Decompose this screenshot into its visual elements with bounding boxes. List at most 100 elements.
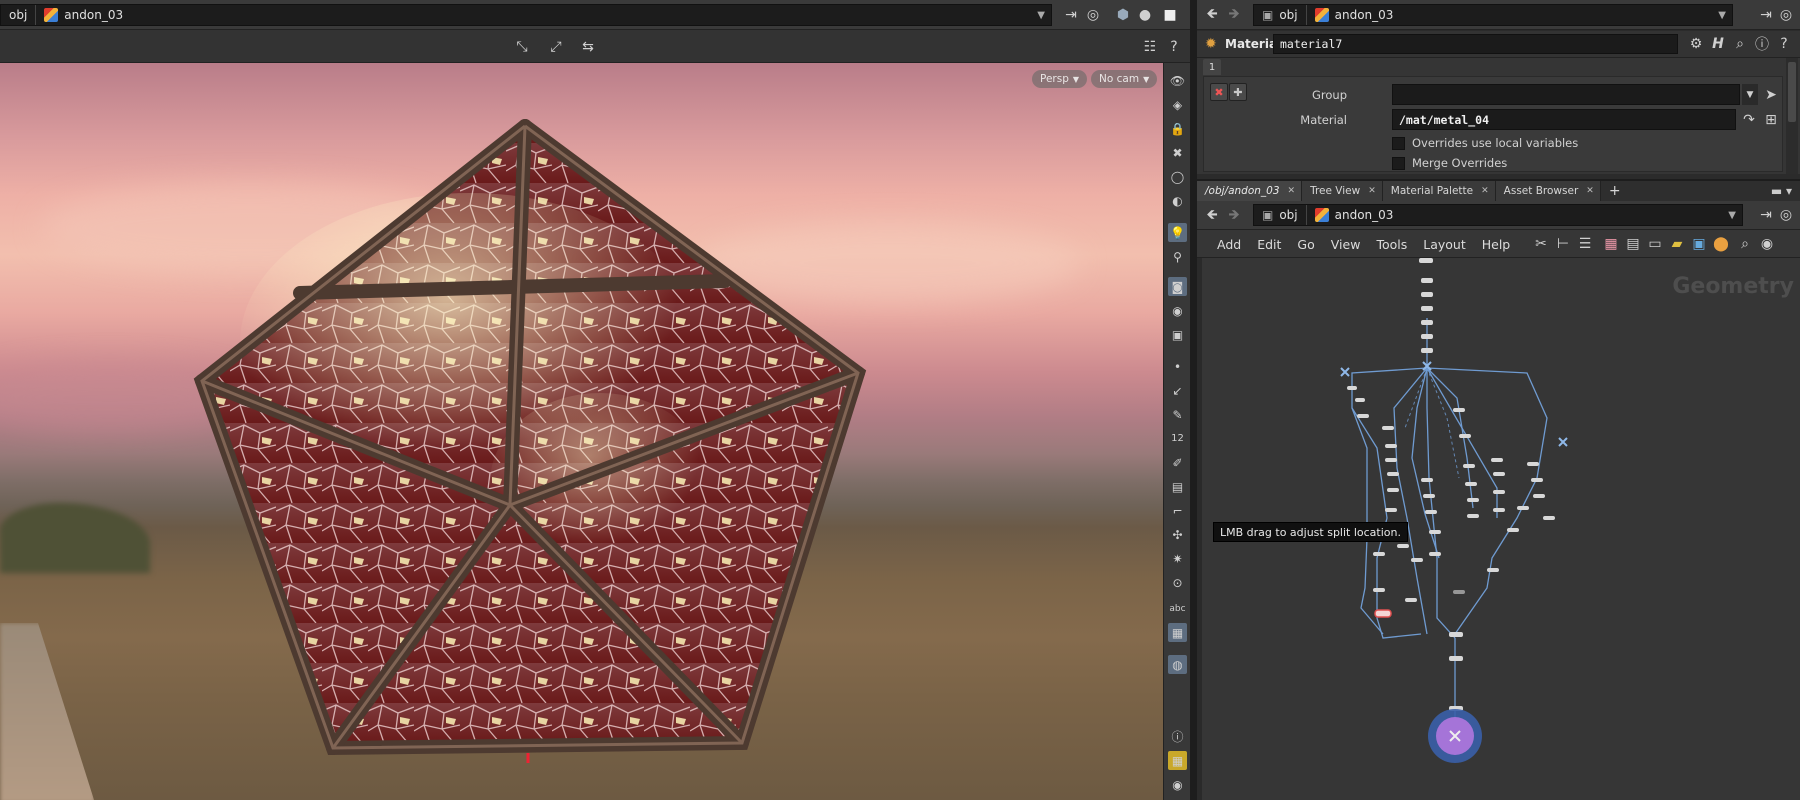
close-icon[interactable]: ✕ xyxy=(1481,186,1489,196)
normal-icon[interactable]: ↙ xyxy=(1168,381,1187,400)
sticky-note-icon[interactable]: ▰ xyxy=(1668,235,1686,253)
network-box-icon[interactable]: ▭ xyxy=(1646,235,1664,253)
path-dropdown-icon[interactable]: ▼ xyxy=(1037,10,1051,21)
eye-icon[interactable]: ◉ xyxy=(1168,301,1187,320)
brush-icon[interactable]: ✎ xyxy=(1168,405,1187,424)
path-node[interactable]: andon_03 xyxy=(1305,205,1402,225)
jump-icon[interactable]: ↷ xyxy=(1740,110,1758,130)
close-icon[interactable]: ✕ xyxy=(1368,186,1376,196)
path-node[interactable]: andon_03 xyxy=(1305,5,1402,25)
select-arrow-icon[interactable]: ➤ xyxy=(1762,84,1780,105)
skull-icon[interactable]: ✖ xyxy=(1168,143,1187,162)
dot-icon[interactable]: ⬤ xyxy=(1712,235,1730,253)
pane-splitter[interactable] xyxy=(1190,0,1197,800)
ghost-icon[interactable]: ◈ xyxy=(1168,95,1187,114)
render-icon[interactable]: ▣ xyxy=(1168,325,1187,344)
tools-icon[interactable]: ✂ xyxy=(1532,235,1550,253)
cube-icon[interactable]: ⬢ xyxy=(1114,6,1132,24)
viewport-path-field[interactable]: obj andon_03 ▼ xyxy=(0,4,1052,26)
tab-material-palette[interactable]: Material Palette ✕ xyxy=(1382,181,1496,201)
group-dropdown-icon[interactable]: ▼ xyxy=(1742,84,1758,105)
forward-arrow-icon[interactable]: 🡺 xyxy=(1225,207,1243,225)
path-root[interactable]: obj xyxy=(1,5,35,25)
chooser-icon[interactable]: ⊞ xyxy=(1762,110,1780,130)
back-arrow-icon[interactable]: 🡸 xyxy=(1203,6,1221,24)
search-icon[interactable]: ⌕ xyxy=(1736,235,1754,253)
network-path-field[interactable]: ▣ obj andon_03 ▼ xyxy=(1253,204,1743,226)
node-name-field[interactable]: material7 xyxy=(1273,34,1678,54)
menu-edit[interactable]: Edit xyxy=(1249,237,1289,252)
tab-asset-browser[interactable]: Asset Browser ✕ xyxy=(1495,181,1601,201)
connect-icon[interactable]: ✣ xyxy=(1168,525,1187,544)
star-icon[interactable]: ✷ xyxy=(1168,549,1187,568)
pane-menu-icon[interactable]: ▬ ▾ xyxy=(1771,184,1792,198)
houdini-help-icon[interactable]: H xyxy=(1709,35,1727,53)
overrides-checkbox[interactable] xyxy=(1392,137,1405,150)
sphere-icon[interactable]: ◯ xyxy=(1168,167,1187,186)
path-root[interactable]: ▣ obj xyxy=(1254,5,1306,25)
text-tool-icon[interactable]: abc xyxy=(1168,599,1187,618)
grid-layout-icon[interactable]: ▦ xyxy=(1168,751,1187,770)
scene-viewport[interactable]: Persp ▼ No cam ▼ xyxy=(0,63,1163,800)
eye-icon[interactable]: ◉ xyxy=(1758,235,1776,253)
view-icon[interactable]: 👁 xyxy=(1168,71,1187,90)
help-icon[interactable]: ? xyxy=(1775,35,1793,53)
path-dropdown-icon[interactable]: ▼ xyxy=(1728,210,1742,221)
snap-grid-icon[interactable]: ⤡ xyxy=(512,37,532,57)
snap-multi-icon[interactable]: ⇆ xyxy=(578,37,598,57)
number-42-icon[interactable]: ▤ xyxy=(1168,477,1187,496)
maximize-icon[interactable]: ■ xyxy=(1160,5,1180,25)
group-field[interactable] xyxy=(1392,84,1740,105)
paint-icon[interactable]: ✐ xyxy=(1168,453,1187,472)
display-options-icon[interactable]: ☷ xyxy=(1140,37,1160,57)
snap-prim-icon[interactable]: ⤢ xyxy=(546,37,566,57)
close-icon[interactable]: ✕ xyxy=(1586,186,1594,196)
help-icon[interactable]: ? xyxy=(1164,37,1184,57)
list-icon[interactable]: ☰ xyxy=(1576,235,1594,253)
menu-view[interactable]: View xyxy=(1323,237,1369,252)
menu-tools[interactable]: Tools xyxy=(1368,237,1415,252)
snapshot-icon[interactable]: ▦ xyxy=(1168,623,1187,642)
info-icon[interactable]: ⓘ xyxy=(1753,35,1771,53)
pin-icon[interactable]: ⚲ xyxy=(1168,247,1187,266)
camera-icon[interactable]: ◙ xyxy=(1168,277,1187,296)
visibility-icon[interactable]: ◉ xyxy=(1168,775,1187,794)
pin-icon[interactable]: ⇥ xyxy=(1757,6,1775,24)
point-icon[interactable]: • xyxy=(1168,357,1187,376)
close-icon[interactable]: ✕ xyxy=(1288,186,1296,196)
scrollbar-thumb[interactable] xyxy=(1788,62,1796,122)
dot-display-icon[interactable]: ● xyxy=(1136,6,1154,24)
number-12-icon[interactable]: 12 xyxy=(1168,429,1187,448)
lock-icon[interactable]: 🔒 xyxy=(1168,119,1187,138)
search-icon[interactable]: ⌕ xyxy=(1731,35,1749,53)
menu-go[interactable]: Go xyxy=(1289,237,1322,252)
tab-network[interactable]: /obj/andon_03 ✕ xyxy=(1197,181,1303,201)
params-path-field[interactable]: ▣ obj andon_03 ▼ xyxy=(1253,4,1733,26)
forward-arrow-icon[interactable]: 🡺 xyxy=(1225,6,1243,24)
remove-multiparm-button[interactable]: ✖ xyxy=(1210,83,1228,101)
locate-icon[interactable]: ◍ xyxy=(1168,655,1187,674)
light-icon[interactable]: ◐ xyxy=(1168,191,1187,210)
path-root[interactable]: ▣ obj xyxy=(1254,205,1306,225)
tab-tree-view[interactable]: Tree View ✕ xyxy=(1302,181,1383,201)
link-icon[interactable]: ◎ xyxy=(1777,206,1795,224)
pin-icon[interactable]: ⇥ xyxy=(1062,6,1080,24)
menu-add[interactable]: Add xyxy=(1209,237,1249,252)
circle-icon[interactable]: ⊙ xyxy=(1168,573,1187,592)
merge-overrides-checkbox[interactable] xyxy=(1392,157,1405,170)
gear-icon[interactable]: ⚙ xyxy=(1687,35,1705,53)
back-arrow-icon[interactable]: 🡸 xyxy=(1203,207,1221,225)
info-icon[interactable]: ⓘ xyxy=(1168,727,1187,746)
path-node[interactable]: andon_03 xyxy=(35,5,131,25)
material-field[interactable]: /mat/metal_04 xyxy=(1392,109,1736,130)
multiparm-tab[interactable]: 1 xyxy=(1203,59,1221,75)
pin-icon[interactable]: ⇥ xyxy=(1757,206,1775,224)
table-icon[interactable]: ▤ xyxy=(1624,235,1642,253)
menu-help[interactable]: Help xyxy=(1474,237,1519,252)
add-tab-button[interactable]: + xyxy=(1601,181,1627,201)
link-icon[interactable]: ◎ xyxy=(1084,6,1102,24)
tree-icon[interactable]: ⊢ xyxy=(1554,235,1572,253)
path-dropdown-icon[interactable]: ▼ xyxy=(1718,10,1732,21)
grid-icon[interactable]: ▦ xyxy=(1602,235,1620,253)
menu-layout[interactable]: Layout xyxy=(1415,237,1474,252)
